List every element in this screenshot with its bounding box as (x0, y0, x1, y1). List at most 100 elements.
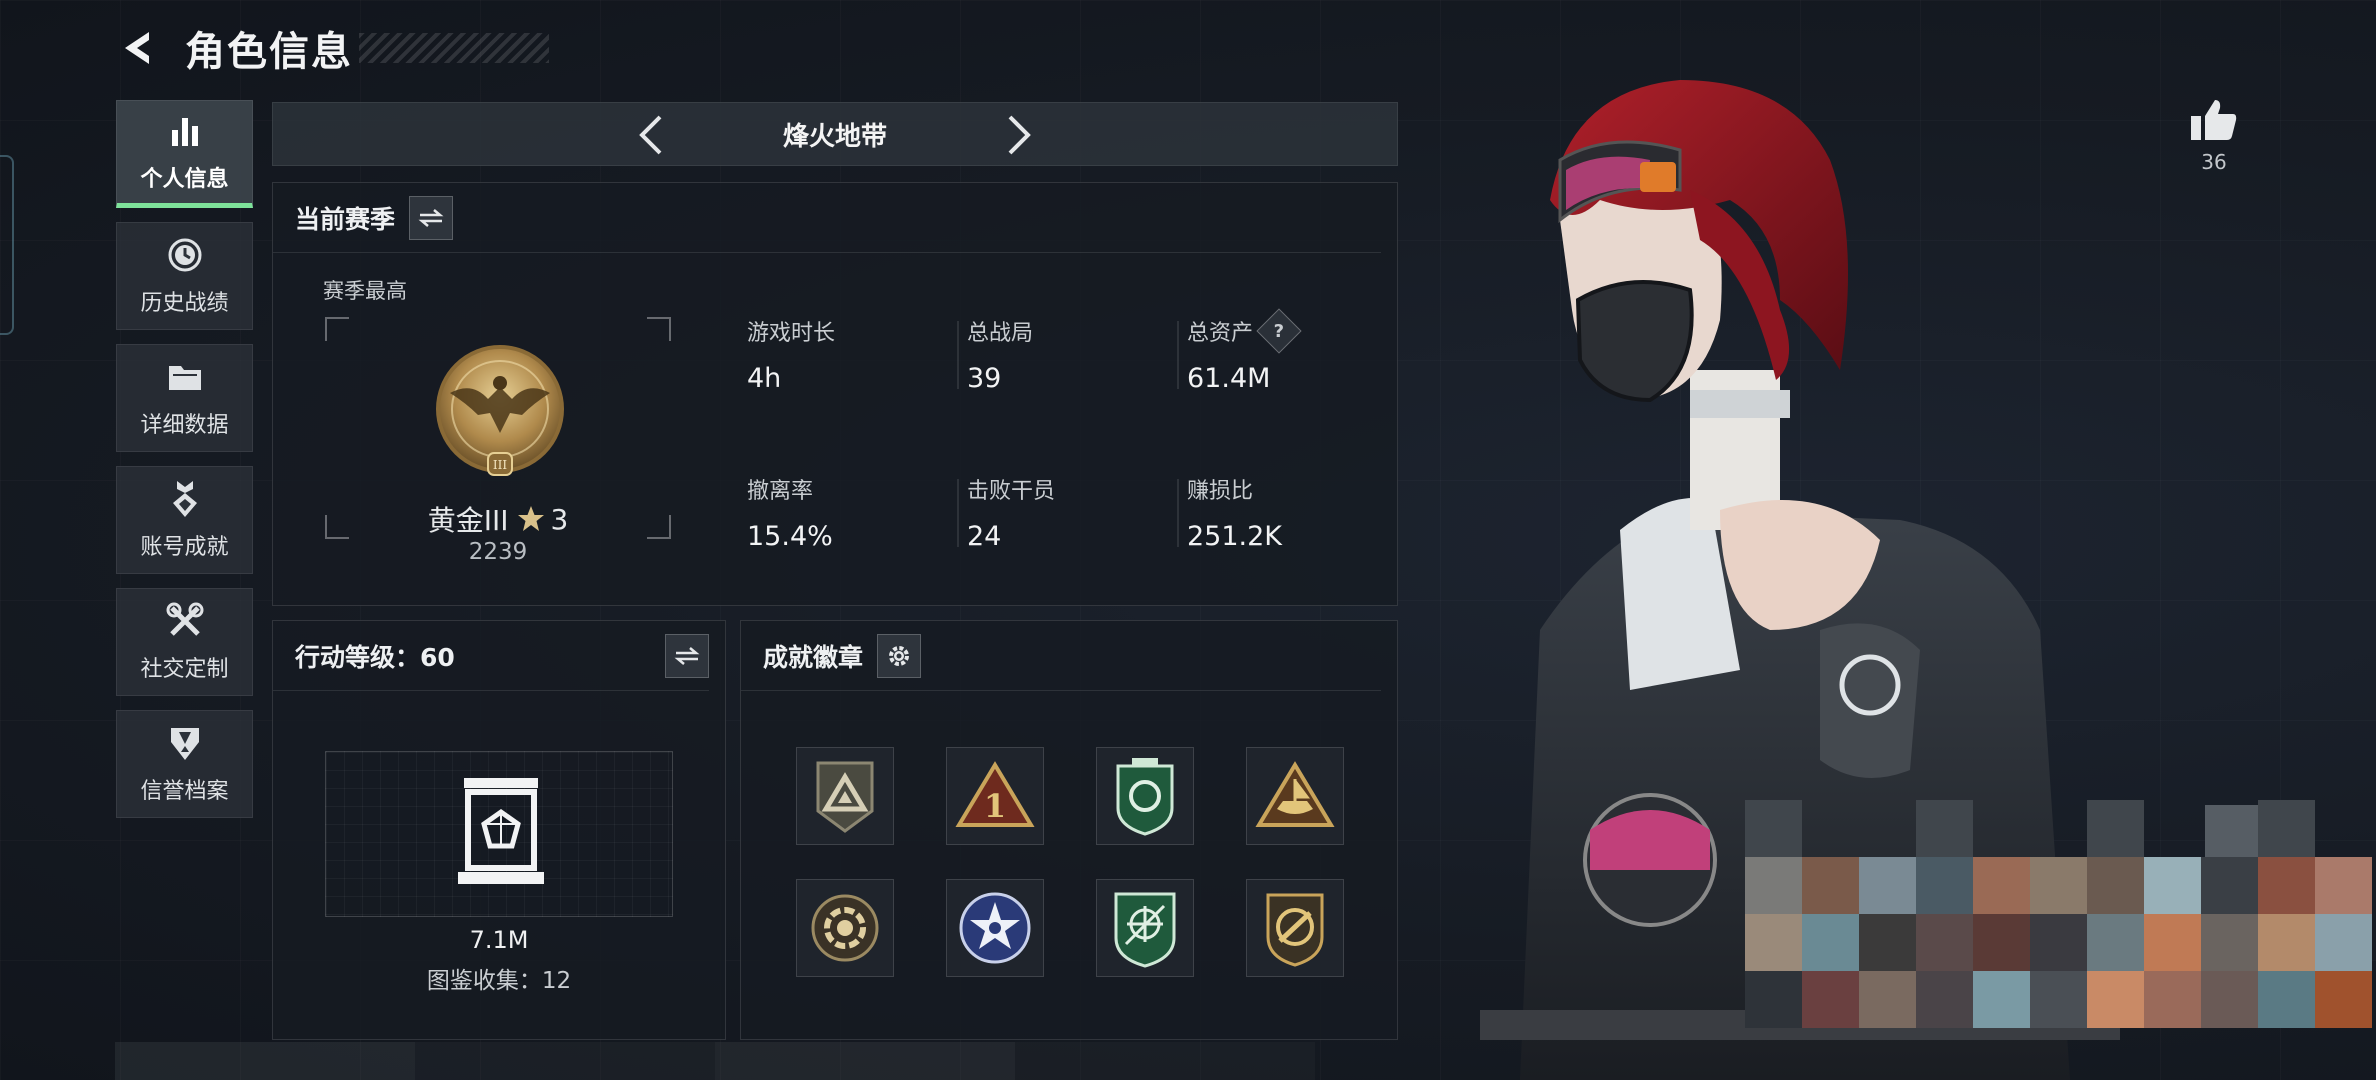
nav-item-account-achievements[interactable]: 账号成就 (116, 466, 253, 574)
page-header: 角色信息 (115, 22, 549, 75)
mosaic-cell (2258, 971, 2315, 1028)
next-mode-button[interactable] (995, 111, 1043, 159)
side-nav: 个人信息 历史战绩 详细数据 账号成就 社交定制 信誉档案 (116, 100, 254, 832)
title-decoration (359, 33, 549, 63)
mosaic-cell (2315, 971, 2372, 1028)
stat-play-time: 游戏时长 4h (747, 315, 835, 394)
stat-label: 总战局 (967, 321, 1034, 346)
bar-chart-icon (168, 111, 202, 151)
mosaic-cell (1916, 800, 1973, 857)
nav-label: 个人信息 (140, 167, 229, 192)
flower-badge-icon[interactable] (796, 879, 894, 977)
season-title: 当前赛季 (295, 204, 396, 234)
achievements-header: 成就徽章 (741, 621, 1381, 691)
mosaic-cell (2144, 971, 2201, 1028)
mosaic-cell (1973, 914, 2030, 971)
rank-frame: III 黄金III 3 (325, 317, 671, 539)
stat-value: 24 (967, 521, 1002, 552)
stat-value: 4h (747, 363, 782, 394)
thumbs-up-icon (2191, 100, 2237, 140)
mosaic-cell (2201, 971, 2258, 1028)
mosaic-cell (1859, 857, 1916, 914)
back-arrow-icon (125, 32, 149, 64)
stat-total-assets: 总资产 ? 61.4M (1177, 308, 1302, 394)
mosaic-cell (1745, 914, 1802, 971)
folder-icon (166, 357, 204, 397)
gold-eagle-rank-icon: III (436, 345, 564, 476)
rank-name: 黄金III (427, 504, 509, 537)
mosaic-cell (2030, 857, 2087, 914)
back-button[interactable] (115, 24, 163, 72)
season-best-label: 赛季最高 (323, 279, 407, 303)
nav-item-reputation[interactable]: 信誉档案 (116, 710, 253, 818)
clock-icon (167, 235, 203, 275)
blurred-strip (115, 1042, 1315, 1080)
rank-name-row: 黄金III 3 (325, 499, 671, 539)
stat-profit-ratio: 赚损比 251.2K (1177, 473, 1283, 552)
nav-item-match-history[interactable]: 历史战绩 (116, 222, 253, 330)
svg-text:1: 1 (984, 787, 1006, 825)
stat-label-text: 总资产 (1187, 321, 1254, 346)
level-title: 行动等级：60 (295, 642, 455, 672)
prev-mode-button[interactable] (627, 111, 675, 159)
mosaic-cell (2030, 914, 2087, 971)
mosaic-cell (2030, 800, 2087, 857)
nav-item-detailed-data[interactable]: 详细数据 (116, 344, 253, 452)
green-crosshair-badge-icon[interactable] (1096, 879, 1194, 977)
help-button[interactable]: ? (1256, 308, 1302, 354)
ship-triangle-badge-icon[interactable] (1246, 747, 1344, 845)
swap-icon (674, 646, 700, 665)
achievements-settings-button[interactable] (877, 633, 922, 678)
stat-value: 15.4% (747, 521, 833, 552)
mosaic-cell (1916, 971, 1973, 1028)
mosaic-cell (1745, 857, 1802, 914)
nav-item-social-custom[interactable]: 社交定制 (116, 588, 253, 696)
gear-icon (889, 645, 910, 666)
like-button[interactable]: 36 (2186, 96, 2242, 174)
level-value: 7.1M (469, 926, 529, 954)
level-header: 行动等级：60 (273, 621, 709, 691)
star-icon (518, 506, 545, 531)
codex-display[interactable] (325, 751, 673, 917)
stat-label: 击败干员 (967, 479, 1056, 504)
stat-total-matches: 总战局 39 (957, 315, 1034, 394)
mosaic-cell (2315, 857, 2372, 914)
mosaic-cell (1916, 914, 1973, 971)
switch-level-button[interactable] (665, 633, 709, 678)
achievements-title: 成就徽章 (763, 642, 864, 672)
pixelated-region (1745, 800, 2372, 1028)
season-panel: 当前赛季 赛季最高 III 黄金III 3 2239 游戏时长 4h 总战局 3… (272, 182, 1398, 606)
mode-selector: 烽火地带 (272, 102, 1398, 166)
mosaic-cell (1859, 800, 1916, 857)
mosaic-cell (1859, 971, 1916, 1028)
nav-item-personal-info[interactable]: 个人信息 (116, 100, 253, 208)
stat-value: 39 (967, 363, 1002, 394)
stat-label: 撤离率 (747, 479, 814, 504)
mosaic-cell (2144, 800, 2201, 857)
star-circle-badge-icon[interactable] (946, 879, 1044, 977)
swap-icon (418, 208, 444, 227)
mosaic-cell (2258, 800, 2315, 857)
mosaic-cell (1973, 971, 2030, 1028)
gem-display-case-icon (458, 778, 544, 884)
rank-score: 2239 (468, 539, 528, 565)
nav-label: 详细数据 (140, 413, 229, 438)
stat-value: 251.2K (1187, 521, 1283, 552)
mosaic-cell (2315, 914, 2372, 971)
mosaic-cell (2258, 914, 2315, 971)
codex-count: 图鉴收集：12 (426, 968, 572, 994)
mode-title: 烽火地带 (782, 121, 887, 152)
triangle-badge-icon[interactable] (796, 747, 894, 845)
number-one-badge-icon[interactable]: 1 (946, 747, 1044, 845)
achievements-panel: 成就徽章 1 (740, 620, 1398, 1040)
chevron-left-icon (639, 115, 662, 155)
green-shield-badge-icon[interactable] (1096, 747, 1194, 845)
nav-label: 历史战绩 (140, 291, 229, 316)
switch-season-button[interactable] (409, 195, 454, 240)
mosaic-cell (1802, 857, 1859, 914)
mosaic-cell (1802, 800, 1859, 857)
svg-text:III: III (493, 458, 507, 472)
stat-label: 游戏时长 (747, 321, 836, 346)
weapon-shield-badge-icon[interactable] (1246, 879, 1344, 977)
stat-value: 61.4M (1187, 363, 1271, 394)
